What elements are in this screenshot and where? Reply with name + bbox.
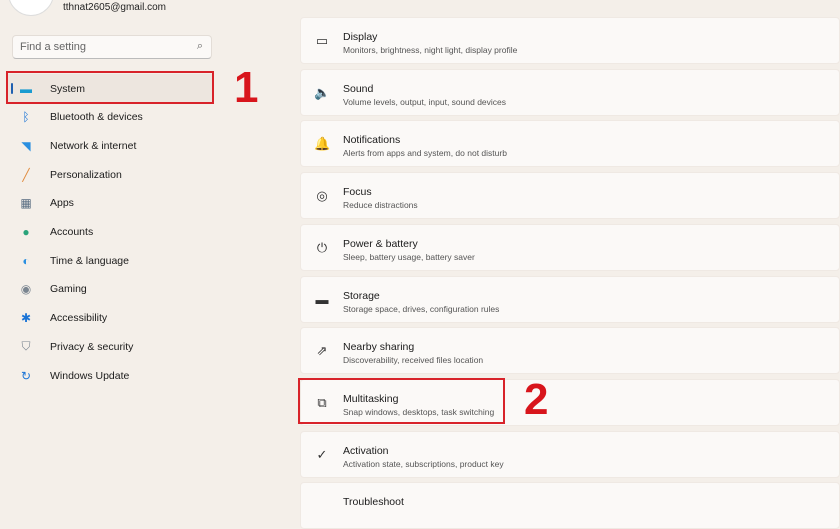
card-title: Nearby sharing	[343, 341, 415, 354]
card-title: Storage	[343, 289, 380, 302]
settings-card-display[interactable]: ▭ Display Monitors, brightness, night ligh…	[300, 17, 840, 64]
sidebar-item-label: Personalization	[50, 168, 122, 181]
sidebar-item-label: Time & language	[50, 254, 129, 267]
card-subtitle: Alerts from apps and system, do not dist…	[343, 148, 507, 159]
brush-icon: ╱	[22, 167, 30, 182]
card-title: Notifications	[343, 134, 401, 147]
account-email: tthnat2605@gmail.com	[63, 2, 166, 13]
wrench-icon	[314, 498, 330, 514]
sidebar-item-label: Accessibility	[50, 312, 108, 325]
settings-card-storage[interactable]: ▬ Storage Storage space, drives, configura…	[300, 275, 840, 323]
settings-card-notifications[interactable]: 🔔 Notifications Alerts from apps and syste…	[300, 120, 840, 168]
card-subtitle: Sleep, battery usage, battery saver	[343, 251, 475, 262]
sidebar-item-label: Windows Update	[50, 369, 130, 382]
search-icon: ⌕	[196, 40, 203, 52]
card-subtitle: Storage space, drives, configuration rul…	[343, 303, 500, 314]
settings-card-power-battery[interactable]: ⏻ Power & battery Sleep, battery usage, ba…	[300, 223, 840, 271]
sidebar-item-label: Bluetooth & devices	[50, 111, 143, 124]
sidebar-item-label: Accounts	[50, 226, 94, 238]
sidebar-item-time-language[interactable]: ◐ Time & language	[8, 246, 212, 275]
settings-card-activation[interactable]: ✓ Activation Activation state, subscriptio…	[300, 430, 840, 478]
settings-card-sound[interactable]: 🔈 Sound Volume levels, output, input, soun…	[300, 68, 840, 116]
sidebar-item-windows-update[interactable]: ↻ Windows Update	[8, 361, 212, 390]
search-input[interactable]: Find a setting ⌕	[12, 35, 212, 59]
card-title: Activation	[343, 444, 389, 457]
annotation-number-1: 1	[234, 63, 259, 112]
card-subtitle: Discoverability, received files location	[343, 355, 484, 366]
update-icon: ↻	[20, 368, 32, 383]
sidebar-item-accessibility[interactable]: ✱ Accessibility	[8, 304, 212, 333]
card-subtitle: Activation state, subscriptions, product…	[343, 458, 504, 469]
accounts-icon: ●	[22, 225, 30, 239]
sidebar-item-label: Privacy & security	[50, 340, 134, 353]
card-subtitle: Monitors, brightness, night light, displ…	[343, 45, 518, 55]
search-placeholder: Find a setting	[20, 41, 87, 53]
card-title: Focus	[343, 186, 372, 199]
settings-card-focus[interactable]: ◎ Focus Reduce distractions	[300, 172, 840, 220]
sidebar-item-gaming[interactable]: ◉ Gaming	[8, 275, 212, 304]
bell-icon: 🔔	[314, 136, 331, 152]
annotation-box-1	[6, 71, 214, 104]
accessibility-icon: ✱	[20, 311, 32, 326]
sidebar-item-label: Network & internet	[50, 139, 137, 152]
sidebar-item-accounts[interactable]: ● Accounts	[8, 218, 212, 247]
sidebar-item-bluetooth-devices[interactable]: ᛒ Bluetooth & devices	[8, 103, 212, 132]
settings-card-nearby-sharing[interactable]: ⇗ Nearby sharing Discoverability, received…	[300, 327, 840, 375]
card-title: Power & battery	[343, 237, 418, 250]
shield-icon: ⛉	[21, 339, 31, 354]
settings-card-troubleshoot[interactable]: Troubleshoot	[300, 482, 840, 529]
share-icon: ⇗	[316, 343, 328, 359]
sidebar-item-label: Apps	[50, 197, 74, 210]
bluetooth-icon: ᛒ	[22, 110, 30, 125]
card-subtitle: Reduce distractions	[343, 200, 418, 211]
sidebar-item-label: Gaming	[50, 283, 87, 296]
annotation-box-2	[298, 378, 505, 424]
sidebar-item-network-internet[interactable]: ◥ Network & internet	[8, 131, 212, 160]
storage-icon: ▬	[315, 291, 329, 307]
sidebar-item-personalization[interactable]: ╱ Personalization	[8, 160, 212, 189]
check-circle-icon: ✓	[316, 446, 328, 462]
card-title: Sound	[343, 82, 374, 95]
sidebar-item-apps[interactable]: ▦ Apps	[8, 189, 212, 218]
card-title: Display	[343, 31, 378, 43]
wifi-icon: ◥	[21, 138, 31, 153]
annotation-number-2: 2	[524, 375, 549, 424]
speaker-icon: 🔈	[314, 84, 331, 100]
monitor-icon: ▭	[315, 33, 329, 48]
avatar[interactable]	[8, 0, 54, 16]
power-icon: ⏻	[316, 239, 328, 255]
card-title: Troubleshoot	[343, 496, 404, 509]
gamepad-icon: ◉	[20, 282, 32, 297]
focus-icon: ◎	[316, 188, 328, 204]
globe-icon: ◐	[22, 253, 30, 268]
sidebar-item-privacy-security[interactable]: ⛉ Privacy & security	[8, 332, 212, 361]
apps-icon: ▦	[20, 196, 32, 211]
card-subtitle: Volume levels, output, input, sound devi…	[343, 96, 507, 107]
